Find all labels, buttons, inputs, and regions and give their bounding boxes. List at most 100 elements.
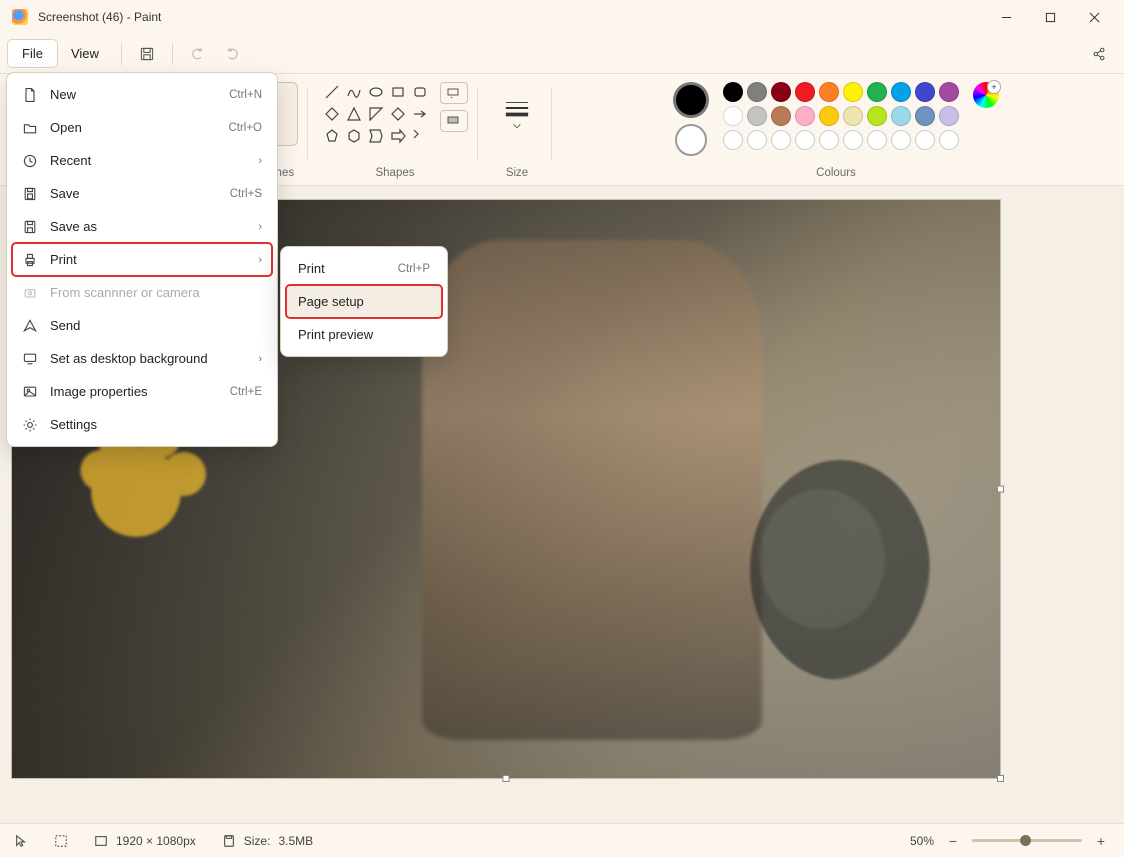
color-swatch[interactable] xyxy=(915,106,935,126)
custom-color-slot[interactable] xyxy=(747,130,767,150)
zoom-out-button[interactable]: − xyxy=(944,832,962,850)
share-button[interactable] xyxy=(1082,39,1116,69)
menu-divider xyxy=(172,43,173,65)
color-swatch[interactable] xyxy=(795,82,815,102)
color-swatch[interactable] xyxy=(723,82,743,102)
shape-fill-dropdown[interactable] xyxy=(440,110,468,132)
zoom-slider[interactable] xyxy=(972,839,1082,842)
save-quick-button[interactable] xyxy=(130,39,164,69)
color-swatch[interactable] xyxy=(723,106,743,126)
size-group: Size xyxy=(482,80,552,183)
menu-shortcut: Ctrl+S xyxy=(230,188,262,200)
resize-handle-bottom[interactable] xyxy=(503,775,510,782)
color-swatch[interactable] xyxy=(915,82,935,102)
print-page-setup[interactable]: Page setup xyxy=(286,285,442,318)
print-print[interactable]: Print Ctrl+P xyxy=(286,252,442,285)
file-recent[interactable]: Recent › xyxy=(12,144,272,177)
resize-handle-right[interactable] xyxy=(997,486,1004,493)
palette-row-custom xyxy=(723,130,959,150)
title-bar: Screenshot (46) - Paint xyxy=(0,0,1124,34)
minimize-button[interactable] xyxy=(984,2,1028,32)
menu-label: From scannner or camera xyxy=(50,285,200,300)
file-save[interactable]: Save Ctrl+S xyxy=(12,177,272,210)
image-axe xyxy=(750,460,930,680)
color-swatch[interactable] xyxy=(771,82,791,102)
color-swatch[interactable] xyxy=(795,106,815,126)
file-size: Size: 3.5MB xyxy=(222,834,313,848)
resize-handle-corner[interactable] xyxy=(997,775,1004,782)
status-bar: 1920 × 1080px Size: 3.5MB 50% − + xyxy=(0,823,1124,857)
color-swatch[interactable] xyxy=(891,106,911,126)
menu-label: Recent xyxy=(50,153,91,168)
color-swatch[interactable] xyxy=(891,82,911,102)
color-1[interactable] xyxy=(673,82,709,118)
custom-color-slot[interactable] xyxy=(891,130,911,150)
custom-color-slot[interactable] xyxy=(915,130,935,150)
paint-app-icon xyxy=(12,9,28,25)
file-save-as[interactable]: Save as › xyxy=(12,210,272,243)
menu-label: Page setup xyxy=(298,294,364,309)
file-settings[interactable]: Settings xyxy=(12,408,272,441)
custom-color-slot[interactable] xyxy=(723,130,743,150)
size-label: Size: xyxy=(244,834,271,848)
custom-color-slot[interactable] xyxy=(795,130,815,150)
file-set-desktop[interactable]: Set as desktop background › xyxy=(12,342,272,375)
color-swatch[interactable] xyxy=(843,82,863,102)
maximize-button[interactable] xyxy=(1028,2,1072,32)
color-2[interactable] xyxy=(675,124,707,156)
color-swatch[interactable] xyxy=(819,82,839,102)
custom-color-slot[interactable] xyxy=(939,130,959,150)
color-swatch[interactable] xyxy=(747,106,767,126)
custom-color-slot[interactable] xyxy=(819,130,839,150)
color-swatch[interactable] xyxy=(747,82,767,102)
group-label-size: Size xyxy=(506,167,528,181)
palette-row-2 xyxy=(723,106,959,126)
custom-color-slot[interactable] xyxy=(843,130,863,150)
color-swatch[interactable] xyxy=(771,106,791,126)
menu-label: Image properties xyxy=(50,384,148,399)
view-tab[interactable]: View xyxy=(57,40,113,67)
image-figure xyxy=(422,240,762,740)
menu-shortcut: Ctrl+O xyxy=(228,122,262,134)
edit-colors-button[interactable] xyxy=(973,82,999,108)
selection-size xyxy=(54,834,68,848)
redo-button[interactable] xyxy=(215,39,249,69)
close-button[interactable] xyxy=(1072,2,1116,32)
file-tab[interactable]: File xyxy=(8,40,57,67)
dimensions-text: 1920 × 1080px xyxy=(116,834,196,848)
menu-label: New xyxy=(50,87,76,102)
file-menu: New Ctrl+N Open Ctrl+O Recent › Save Ctr… xyxy=(6,72,278,447)
shapes-gallery[interactable] xyxy=(322,82,430,146)
chevron-right-icon: › xyxy=(258,353,262,365)
image-handprint xyxy=(72,420,232,600)
color-swatch[interactable] xyxy=(939,106,959,126)
menu-label: Set as desktop background xyxy=(50,351,208,366)
menu-label: Save xyxy=(50,186,80,201)
canvas-dimensions: 1920 × 1080px xyxy=(94,834,196,848)
color-swatch[interactable] xyxy=(867,82,887,102)
zoom-thumb[interactable] xyxy=(1020,835,1031,846)
file-new[interactable]: New Ctrl+N xyxy=(12,78,272,111)
color-swatch[interactable] xyxy=(819,106,839,126)
menu-bar: File View xyxy=(0,34,1124,74)
zoom-in-button[interactable]: + xyxy=(1092,832,1110,850)
color-swatch[interactable] xyxy=(939,82,959,102)
chevron-right-icon: › xyxy=(258,254,262,266)
colours-group: Colours xyxy=(556,80,1116,183)
print-preview[interactable]: Print preview xyxy=(286,318,442,351)
menu-shortcut: Ctrl+N xyxy=(229,89,262,101)
file-send[interactable]: Send xyxy=(12,309,272,342)
custom-color-slot[interactable] xyxy=(867,130,887,150)
shape-outline-dropdown[interactable] xyxy=(440,82,468,104)
custom-color-slot[interactable] xyxy=(771,130,791,150)
menu-label: Print xyxy=(50,252,77,267)
undo-button[interactable] xyxy=(181,39,215,69)
size-picker[interactable] xyxy=(492,82,542,146)
file-open[interactable]: Open Ctrl+O xyxy=(12,111,272,144)
file-image-properties[interactable]: Image properties Ctrl+E xyxy=(12,375,272,408)
color-swatch[interactable] xyxy=(843,106,863,126)
file-print[interactable]: Print › xyxy=(12,243,272,276)
menu-label: Open xyxy=(50,120,82,135)
menu-shortcut: Ctrl+P xyxy=(398,263,430,275)
color-swatch[interactable] xyxy=(867,106,887,126)
